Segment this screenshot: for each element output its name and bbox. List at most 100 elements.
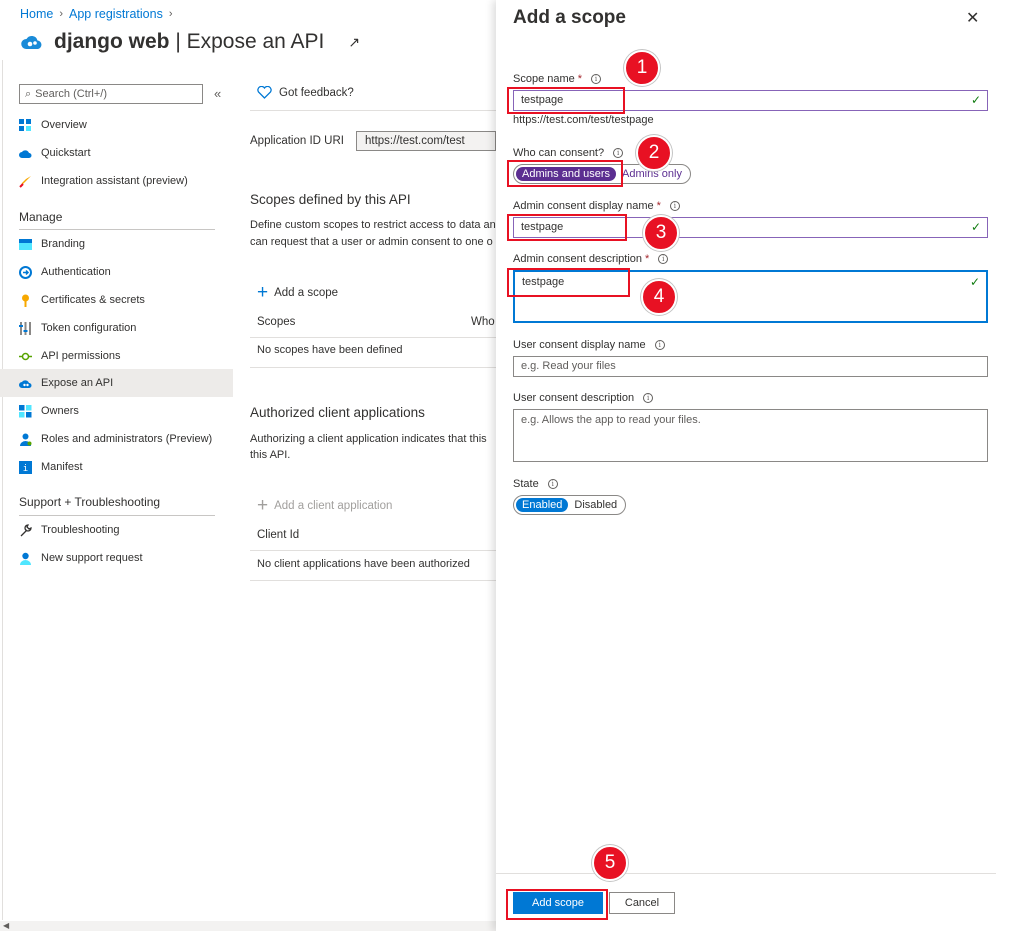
breadcrumb: Home › App registrations › [20,7,173,21]
authentication-icon [19,265,32,279]
annotation-highlight-admin-description [507,268,630,297]
annotation-badge-5: 5 [592,845,628,881]
add-client-application-link[interactable]: + Add a client application [257,496,392,515]
who-can-consent-label: Who can consent? i [513,147,624,159]
sidebar-support-heading: Support + Troubleshooting [19,495,161,509]
chevron-right-icon: › [168,8,173,20]
breadcrumb-app-registrations-link[interactable]: App registrations [69,7,163,21]
user-consent-description-label: User consent description i [513,392,654,404]
sidebar-item-owners[interactable]: Owners [0,397,233,425]
add-scope-link[interactable]: + Add a scope [257,283,338,302]
annotation-badge-2: 2 [636,135,672,171]
collapse-sidebar-icon[interactable]: « [214,86,221,101]
clients-empty-message: No client applications have been authori… [257,558,470,570]
who-column-header: Who [471,316,495,328]
sidebar-item-overview[interactable]: Overview [0,111,233,139]
checkmark-icon: ✓ [969,275,980,289]
divider [250,580,496,581]
admin-consent-description-label: Admin consent description * i [513,253,669,265]
quickstart-icon [19,149,32,158]
scopes-heading: Scopes defined by this API [250,192,411,207]
feedback-link[interactable]: Got feedback? [257,86,354,99]
sidebar-item-roles-administrators[interactable]: Roles and administrators (Preview) [0,425,233,453]
annotation-highlight-admin-display [507,214,627,241]
sidebar-item-manifest[interactable]: i Manifest [0,453,233,481]
wrench-icon [20,523,32,536]
state-option-disabled[interactable]: Disabled [568,498,623,512]
annotation-badge-4: 4 [641,279,677,315]
clients-description-line1: Authorizing a client application indicat… [250,433,487,445]
app-registration-cloud-icon [21,36,42,49]
search-icon: ⌕ [25,87,32,100]
sidebar-item-troubleshooting[interactable]: Troubleshooting [0,516,233,544]
clients-description-line2: this API. [250,449,291,461]
pin-icon[interactable]: ↗ [348,34,360,51]
sidebar-item-api-permissions[interactable]: API permissions [0,342,233,370]
sidebar-item-certificates-secrets[interactable]: Certificates & secrets [0,286,233,314]
scopes-empty-message: No scopes have been defined [257,344,403,356]
user-consent-display-name-input[interactable]: e.g. Read your files [513,356,988,377]
divider [250,550,496,551]
sidebar-item-authentication[interactable]: Authentication [0,258,233,286]
sidebar-item-expose-an-api[interactable]: Expose an API [0,369,233,397]
info-icon: i [669,201,680,211]
scope-name-label: Scope name * i [513,73,602,85]
sidebar-manage-heading: Manage [19,210,63,224]
chevron-right-icon: › [59,8,64,20]
plus-icon: + [257,282,269,303]
info-icon: i [658,254,669,264]
annotation-highlight-add-scope [506,889,608,920]
info-icon: i [547,479,558,489]
info-icon: i [613,148,624,158]
scopes-column-header: Scopes [257,316,296,328]
info-icon: i [654,340,665,350]
state-toggle: Enabled Disabled [513,495,627,515]
info-icon: i [643,393,654,403]
cloud-icon [19,379,32,388]
key-icon [22,294,29,307]
divider [250,367,496,368]
user-consent-description-textarea[interactable]: e.g. Allows the app to read your files. [513,409,988,462]
support-person-icon [20,552,31,565]
token-config-icon [19,321,31,335]
admin-consent-display-name-label: Admin consent display name * i [513,200,680,212]
clients-heading: Authorized client applications [250,405,425,420]
close-icon[interactable]: ✕ [966,8,979,28]
sidebar-item-integration-assistant[interactable]: Integration assistant (preview) [0,167,233,195]
api-permissions-icon [19,352,32,360]
app-id-uri-label: Application ID URI [250,135,344,147]
client-id-column-header: Client Id [257,529,300,541]
page-title: django web | Expose an API [54,30,325,53]
state-label: State i [513,478,558,490]
annotation-badge-1: 1 [624,50,660,86]
sidebar-item-token-configuration[interactable]: Token configuration [0,314,233,342]
annotation-highlight-scope-name [507,87,625,114]
panel-title: Add a scope [513,7,626,28]
manifest-icon: i [19,460,32,474]
scopes-description-line2: can request that a user or admin consent… [250,236,493,248]
divider [496,873,996,874]
plus-icon: + [257,495,269,516]
annotation-badge-3: 3 [643,215,679,251]
rocket-icon [19,175,31,188]
sidebar-search-input[interactable]: ⌕ Search (Ctrl+/) [19,84,203,104]
sidebar-item-quickstart[interactable]: Quickstart [0,139,233,167]
add-scope-panel: Add a scope ✕ Scope name * i testpage ✓ ht… [496,0,1024,931]
horizontal-scrollbar[interactable] [0,921,496,931]
divider [250,110,496,111]
svg-text:i: i [23,464,28,474]
cancel-button[interactable]: Cancel [609,892,675,914]
heart-icon [257,86,272,99]
sidebar-item-new-support-request[interactable]: New support request [0,544,233,572]
branding-icon [19,238,32,250]
sidebar-item-branding[interactable]: Branding [0,230,233,258]
app-id-uri-field[interactable]: https://test.com/test [356,131,496,151]
user-consent-display-name-label: User consent display name i [513,339,665,351]
state-option-enabled[interactable]: Enabled [516,498,569,512]
divider [250,337,496,338]
scroll-left-icon[interactable]: ◀ [3,921,9,930]
checkmark-icon: ✓ [970,93,981,107]
breadcrumb-home-link[interactable]: Home [20,7,53,21]
scope-full-uri: https://test.com/test/testpage [513,114,654,126]
roles-icon [20,433,32,446]
